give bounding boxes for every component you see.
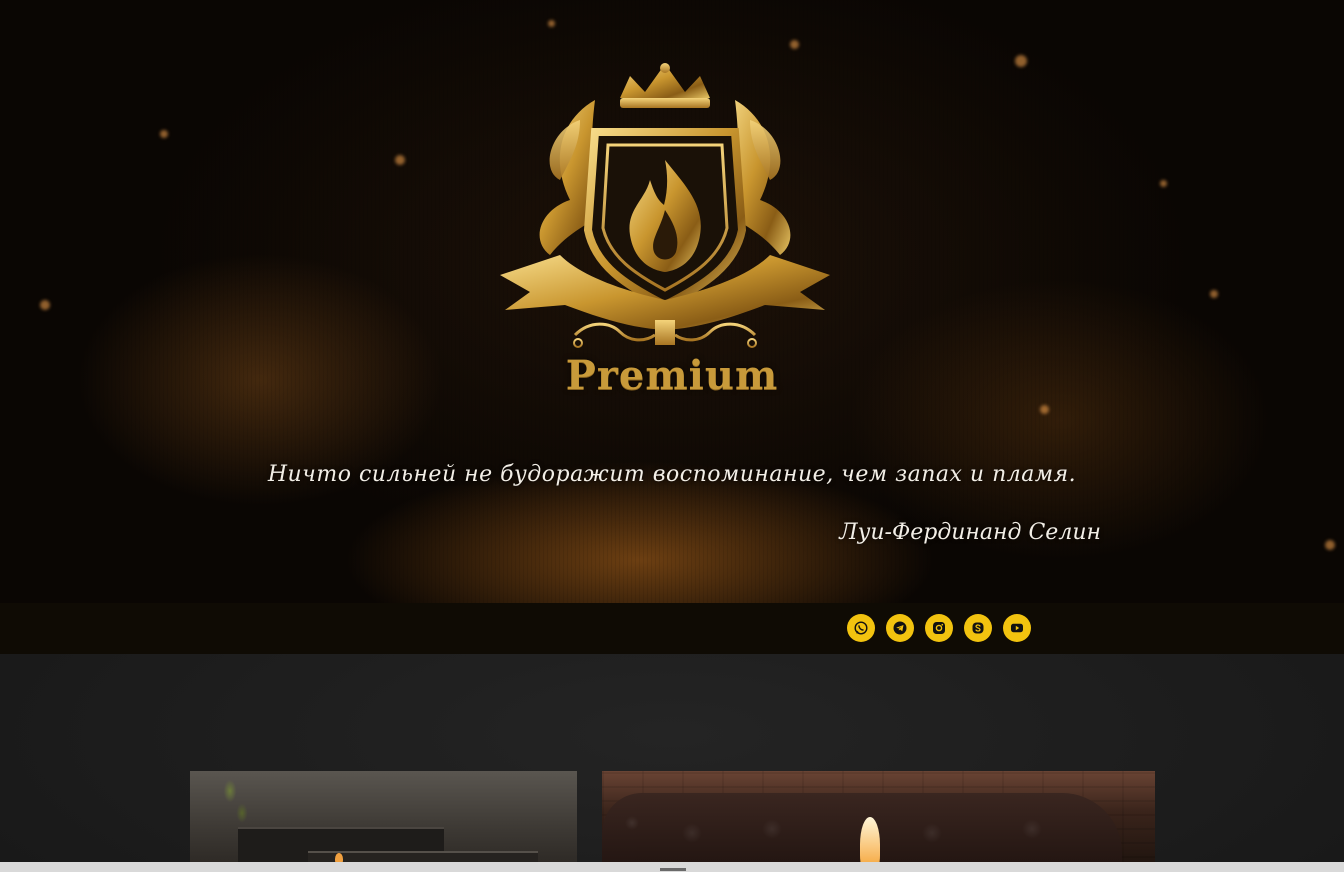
quote-author: Луи-Фердинанд Селин bbox=[839, 520, 1101, 545]
product-card-image[interactable] bbox=[190, 771, 577, 872]
youtube-icon bbox=[1011, 623, 1023, 633]
ember-decoration bbox=[1325, 540, 1335, 550]
skype-icon bbox=[972, 622, 984, 634]
interior-card-image[interactable] bbox=[602, 771, 1155, 872]
ember-decoration bbox=[1040, 405, 1049, 414]
instagram-button[interactable] bbox=[925, 614, 953, 642]
horizontal-scrollbar[interactable] bbox=[0, 862, 1344, 872]
telegram-button[interactable] bbox=[886, 614, 914, 642]
hero-quote: Ничто сильней не будоражит воспоминание,… bbox=[267, 462, 1077, 487]
ember-decoration bbox=[160, 130, 168, 138]
plant-decoration bbox=[210, 771, 250, 831]
ember-decoration bbox=[548, 20, 555, 27]
instagram-icon bbox=[933, 622, 945, 634]
whatsapp-button[interactable] bbox=[847, 614, 875, 642]
social-bar bbox=[0, 603, 1344, 654]
ember-decoration bbox=[395, 155, 405, 165]
ember-decoration bbox=[1160, 180, 1167, 187]
ember-decoration bbox=[40, 300, 50, 310]
ember-decoration bbox=[1210, 290, 1218, 298]
ember-decoration bbox=[790, 40, 799, 49]
crest-logo bbox=[500, 63, 830, 348]
whatsapp-icon bbox=[854, 621, 868, 635]
content-section bbox=[0, 654, 1344, 872]
hero-banner: Premium Ничто сильней не будоражит воспо… bbox=[0, 0, 1344, 603]
telegram-icon bbox=[893, 621, 907, 635]
ember-decoration bbox=[1015, 55, 1027, 67]
youtube-button[interactable] bbox=[1003, 614, 1031, 642]
skype-button[interactable] bbox=[964, 614, 992, 642]
scrollbar-thumb[interactable] bbox=[660, 868, 686, 871]
social-links bbox=[847, 614, 1031, 642]
brand-name: Premium bbox=[565, 352, 779, 399]
